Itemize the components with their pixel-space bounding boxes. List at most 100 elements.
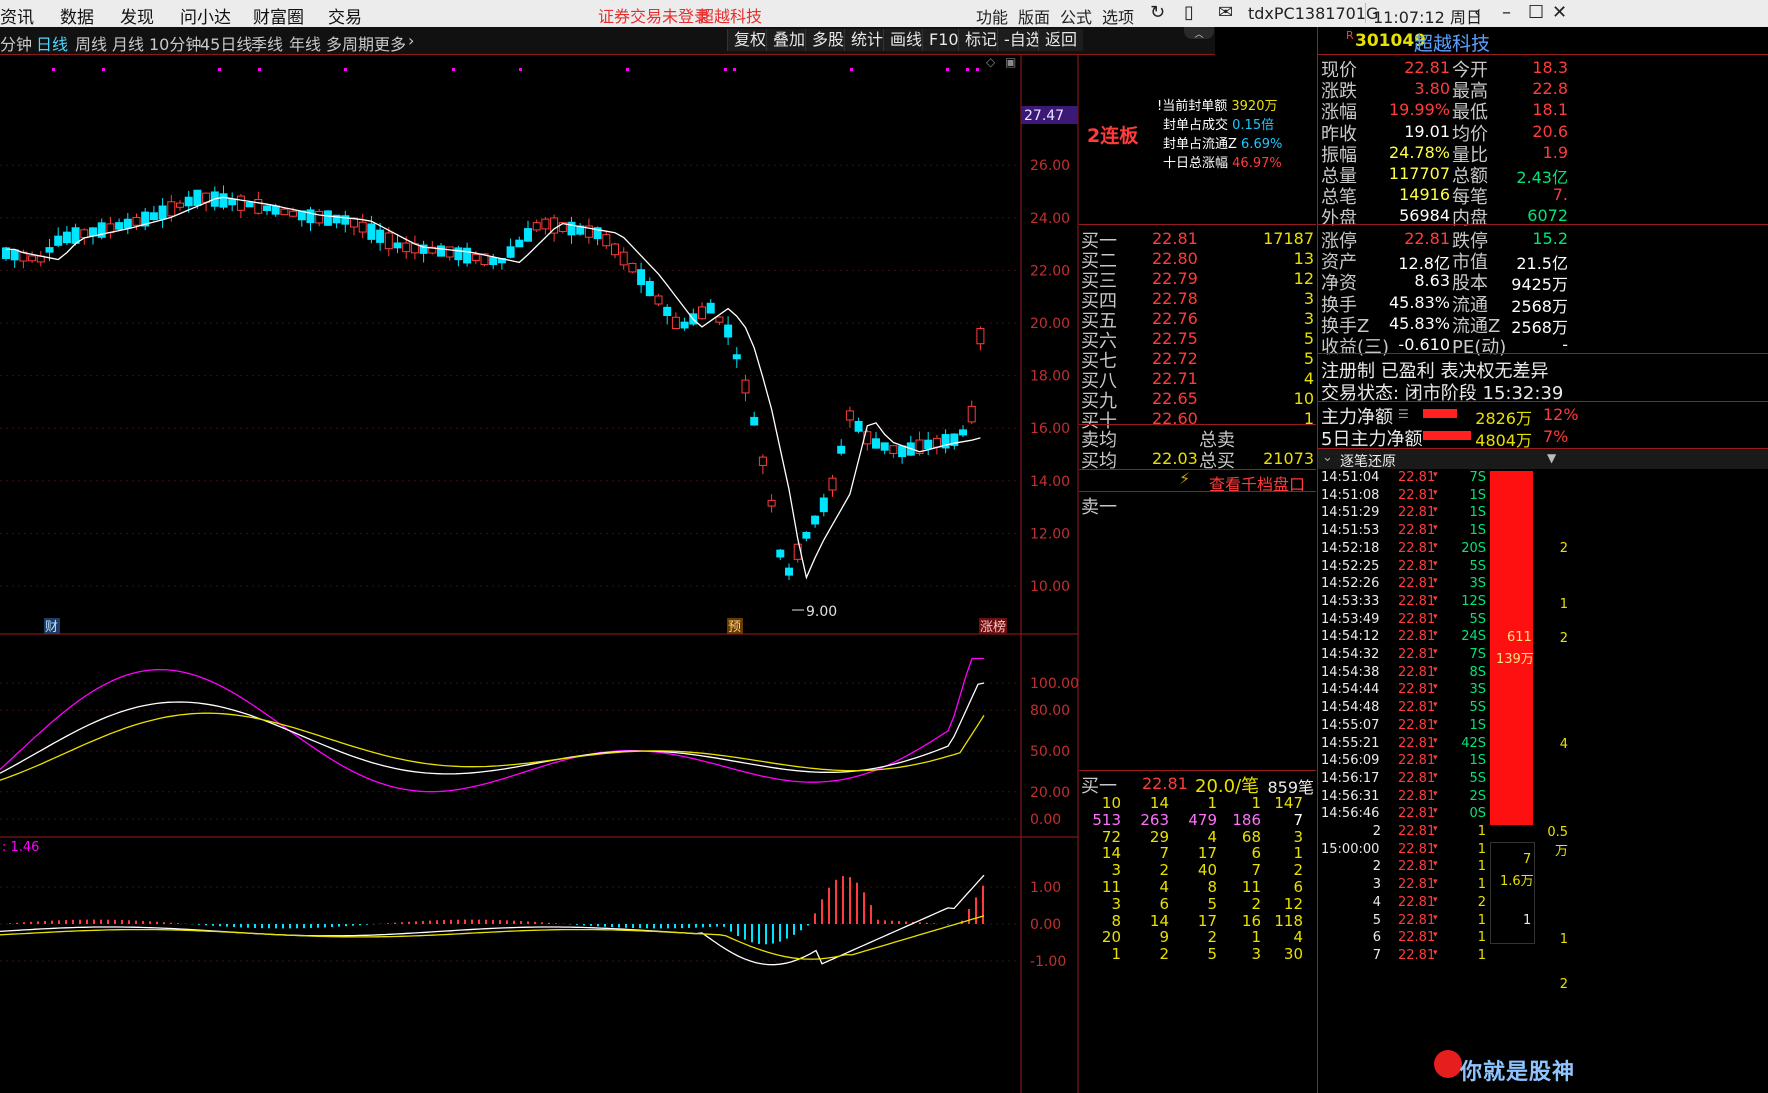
candle-body: [376, 229, 385, 243]
queue-cell: 5: [1207, 945, 1217, 964]
tab-45day[interactable]: 45日线: [200, 31, 252, 55]
tick-side-value: 2: [1559, 977, 1568, 992]
back-arrow-icon[interactable]: ‹: [1474, 2, 1481, 23]
quote-value: 45.83%: [1388, 313, 1450, 333]
account-id[interactable]: tdxPC1381701G: [1248, 4, 1378, 23]
bid-volume: 17187: [1263, 229, 1314, 248]
quote-value: 19.99%: [1388, 100, 1450, 120]
candle-body: [54, 235, 63, 246]
menu-layout[interactable]: 版面: [1018, 4, 1050, 28]
bid-price[interactable]: 22.78: [1152, 289, 1198, 308]
kline-chart[interactable]: 26.00 24.00 22.00 20.00 18.00 16.00 14.00 12.00…: [0, 55, 1080, 1093]
queue-cell: 2: [1251, 894, 1261, 913]
tick-price: 22.81: [1398, 487, 1436, 503]
tab-multi-period[interactable]: 多周期: [326, 31, 374, 55]
menu-item-data[interactable]: 数据: [60, 3, 94, 28]
tick-down-icon: ▾: [1433, 824, 1438, 834]
kdj-axis-label: 50.00: [1030, 744, 1070, 760]
candle-body: [845, 410, 854, 421]
menu-item-ask[interactable]: 问小达: [180, 3, 231, 28]
tab-yearly[interactable]: 年线: [289, 31, 321, 55]
minimize-icon[interactable]: –: [1502, 2, 1511, 23]
btn-return[interactable]: 返回: [1038, 29, 1084, 51]
filter-icon[interactable]: ▼: [1547, 451, 1556, 465]
candle-body: [802, 532, 811, 539]
signal-dot: [966, 68, 969, 71]
tick-time: 14:52:26: [1321, 576, 1380, 592]
close-icon[interactable]: ✕: [1552, 2, 1567, 23]
candle-body: [158, 205, 167, 220]
menu-item-trade[interactable]: 交易: [328, 3, 362, 28]
bid-volume: 3: [1303, 289, 1314, 308]
marker-cai[interactable]: 财: [45, 620, 58, 635]
tick-volume: 2S: [1469, 788, 1486, 804]
stock-name[interactable]: 超越科技: [1414, 29, 1490, 56]
queue-cell: 17: [1197, 844, 1217, 863]
queue-cell: 14: [1149, 794, 1169, 812]
tab-weekly[interactable]: 周线: [75, 31, 107, 55]
tick-down-icon: ▾: [1433, 611, 1438, 622]
collapse-icon[interactable]: ︿: [1184, 27, 1214, 40]
tick-volume: 8S: [1469, 664, 1486, 680]
tab-quarterly[interactable]: 季线: [251, 31, 283, 55]
quote-value: 8.63: [1414, 271, 1450, 291]
current-price-tag-text: 27.47: [1024, 108, 1064, 124]
watermark-text: 你就是股神: [1460, 1060, 1576, 1085]
tab-monthly[interactable]: 月线: [112, 31, 144, 55]
tick-price: 22.81: [1398, 576, 1436, 592]
marker-zhangbang[interactable]: 涨榜: [980, 619, 1006, 635]
signal-dot: [344, 68, 347, 71]
diamond-icon[interactable]: ◇: [986, 55, 996, 69]
chevron-right-icon[interactable]: ›: [408, 31, 414, 50]
queue-cell: 5: [1207, 894, 1217, 913]
queue-cell: 10: [1101, 794, 1121, 812]
chevron-down-icon[interactable]: ⌄: [1322, 450, 1333, 465]
refresh-icon[interactable]: ↻: [1150, 2, 1165, 23]
tab-more[interactable]: 更多: [374, 31, 406, 55]
tab-daily[interactable]: 日线: [36, 31, 68, 55]
bid-price[interactable]: 22.79: [1152, 269, 1198, 288]
list-icon[interactable]: ☰: [1398, 407, 1409, 421]
menu-item-wealth[interactable]: 财富圈: [253, 3, 304, 28]
phone-icon[interactable]: ▯: [1184, 2, 1194, 23]
menu-options[interactable]: 选项: [1102, 4, 1134, 28]
menu-formula[interactable]: 公式: [1060, 4, 1092, 28]
bid-price[interactable]: 22.80: [1152, 249, 1198, 268]
tick-volume: 3S: [1469, 576, 1486, 592]
quote-value: 56984: [1399, 206, 1450, 226]
bid-price[interactable]: 22.75: [1152, 329, 1198, 348]
tab-10min[interactable]: 10分钟: [149, 31, 201, 55]
bid-price[interactable]: 22.81: [1152, 229, 1198, 248]
bid-price[interactable]: 22.72: [1152, 349, 1198, 368]
queue-cell: 6: [1293, 878, 1303, 896]
tick-title[interactable]: 逐笔还原: [1340, 451, 1396, 471]
price-axis-label: 10.00: [1030, 579, 1070, 595]
tick-price: 22.81: [1398, 611, 1436, 627]
maximize-icon[interactable]: ☐: [1528, 2, 1544, 23]
stock-badge: R: [1346, 29, 1354, 42]
login-notice[interactable]: 证券交易未登录: [598, 3, 710, 27]
candle-body: [263, 205, 271, 212]
menu-item-news[interactable]: 资讯: [0, 3, 34, 28]
bid-price[interactable]: 22.71: [1152, 369, 1198, 388]
price-axis-label: 26.00: [1030, 158, 1070, 174]
bid-price[interactable]: 22.60: [1152, 409, 1198, 428]
bid-price[interactable]: 22.76: [1152, 309, 1198, 328]
queue-cell: 7: [1251, 861, 1261, 880]
mail-icon[interactable]: ✉: [1218, 2, 1233, 23]
tick-volume: 7S: [1469, 470, 1486, 485]
price-axis-label: 24.00: [1030, 211, 1070, 227]
tick-time: 2: [1372, 824, 1381, 839]
tick-volume: 1: [1477, 877, 1486, 893]
macd-axis-label: -1.00: [1030, 954, 1066, 970]
menu-function[interactable]: 功能: [976, 4, 1008, 28]
bid-price[interactable]: 22.65: [1152, 389, 1198, 408]
menu-bar: 资讯 数据 发现 问小达 财富圈 交易 证券交易未登录 超越科技 功能 版面 公…: [0, 0, 1768, 28]
tick-down-icon: ▾: [1433, 859, 1438, 870]
queue-cell: 2: [1293, 861, 1303, 880]
settings-icon[interactable]: ▣: [1005, 55, 1016, 69]
quote-panel: R 301049 超越科技 现价 22.81 今开 18.3 涨跌 3.80 最高…: [1317, 27, 1768, 1093]
menu-item-discover[interactable]: 发现: [120, 3, 154, 28]
marker-yu[interactable]: 预: [728, 620, 741, 635]
tab-minute[interactable]: 分钟: [0, 31, 32, 55]
